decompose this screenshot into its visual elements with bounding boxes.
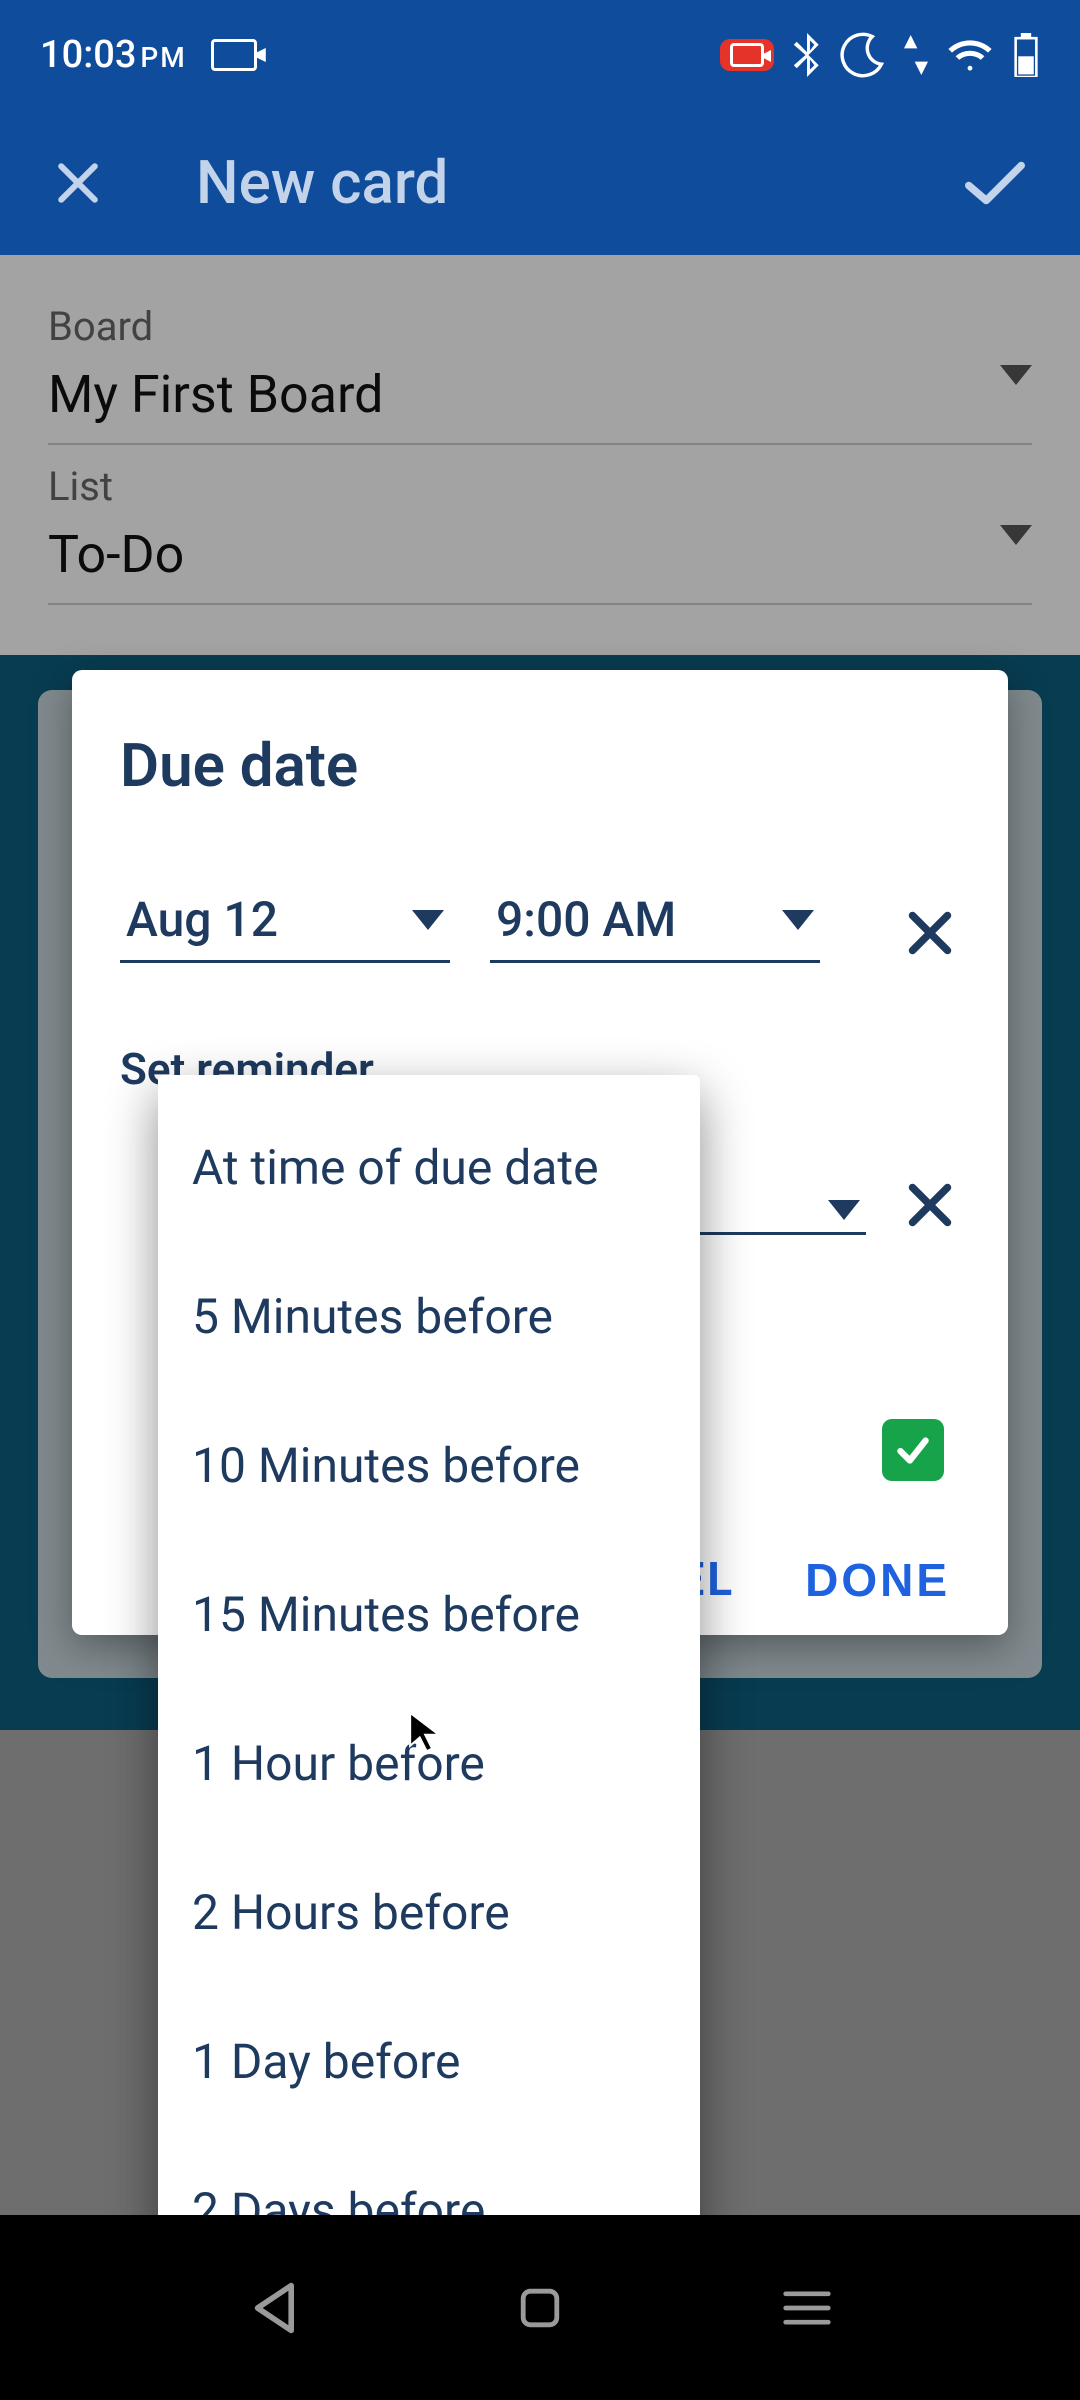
chevron-down-icon: [828, 1200, 860, 1220]
confirm-button[interactable]: [960, 148, 1030, 218]
members-checkbox[interactable]: [882, 1419, 944, 1481]
reminder-option[interactable]: 1 Hour before: [158, 1689, 700, 1838]
data-sync-icon: [904, 35, 928, 75]
reminder-option[interactable]: 1 Day before: [158, 1987, 700, 2136]
dialog-title: Due date: [120, 730, 960, 801]
screen-record-icon: [720, 39, 774, 71]
app-bar: New card: [0, 110, 1080, 255]
date-field[interactable]: Aug 12: [120, 891, 450, 963]
status-left: 10:03PM: [40, 33, 257, 77]
reminder-option[interactable]: 10 Minutes before: [158, 1391, 700, 1540]
close-button[interactable]: [50, 155, 106, 211]
nav-back-button[interactable]: [233, 2268, 313, 2348]
nav-home-button[interactable]: [500, 2268, 580, 2348]
time-field[interactable]: 9:00 AM: [490, 891, 820, 963]
chevron-down-icon: [782, 910, 814, 930]
date-value: Aug 12: [126, 891, 278, 948]
moon-icon: [840, 32, 886, 78]
reminder-option[interactable]: 15 Minutes before: [158, 1540, 700, 1689]
bluetooth-icon: [792, 33, 822, 77]
clear-reminder-button[interactable]: [900, 1175, 960, 1235]
status-bar: 10:03PM: [0, 0, 1080, 110]
reminder-option[interactable]: At time of due date: [158, 1093, 700, 1242]
wifi-icon: [946, 36, 994, 74]
page-title: New card: [196, 147, 960, 218]
camera-icon: [211, 39, 257, 71]
reminder-option[interactable]: 5 Minutes before: [158, 1242, 700, 1391]
battery-icon: [1012, 33, 1040, 77]
done-button[interactable]: DONE: [805, 1553, 950, 1607]
status-time: 10:03PM: [40, 33, 187, 77]
reminder-option[interactable]: 2 Hours before: [158, 1838, 700, 1987]
nav-bar: [0, 2215, 1080, 2400]
status-right: [720, 32, 1040, 78]
screen: Board My First Board List To-Do 10:03PM: [0, 0, 1080, 2400]
chevron-down-icon: [412, 910, 444, 930]
datetime-row: Aug 12 9:00 AM: [120, 891, 960, 963]
reminder-menu: At time of due date 5 Minutes before 10 …: [158, 1075, 700, 2325]
time-value: 9:00 AM: [496, 891, 676, 948]
clear-datetime-button[interactable]: [900, 903, 960, 963]
nav-recents-button[interactable]: [767, 2268, 847, 2348]
